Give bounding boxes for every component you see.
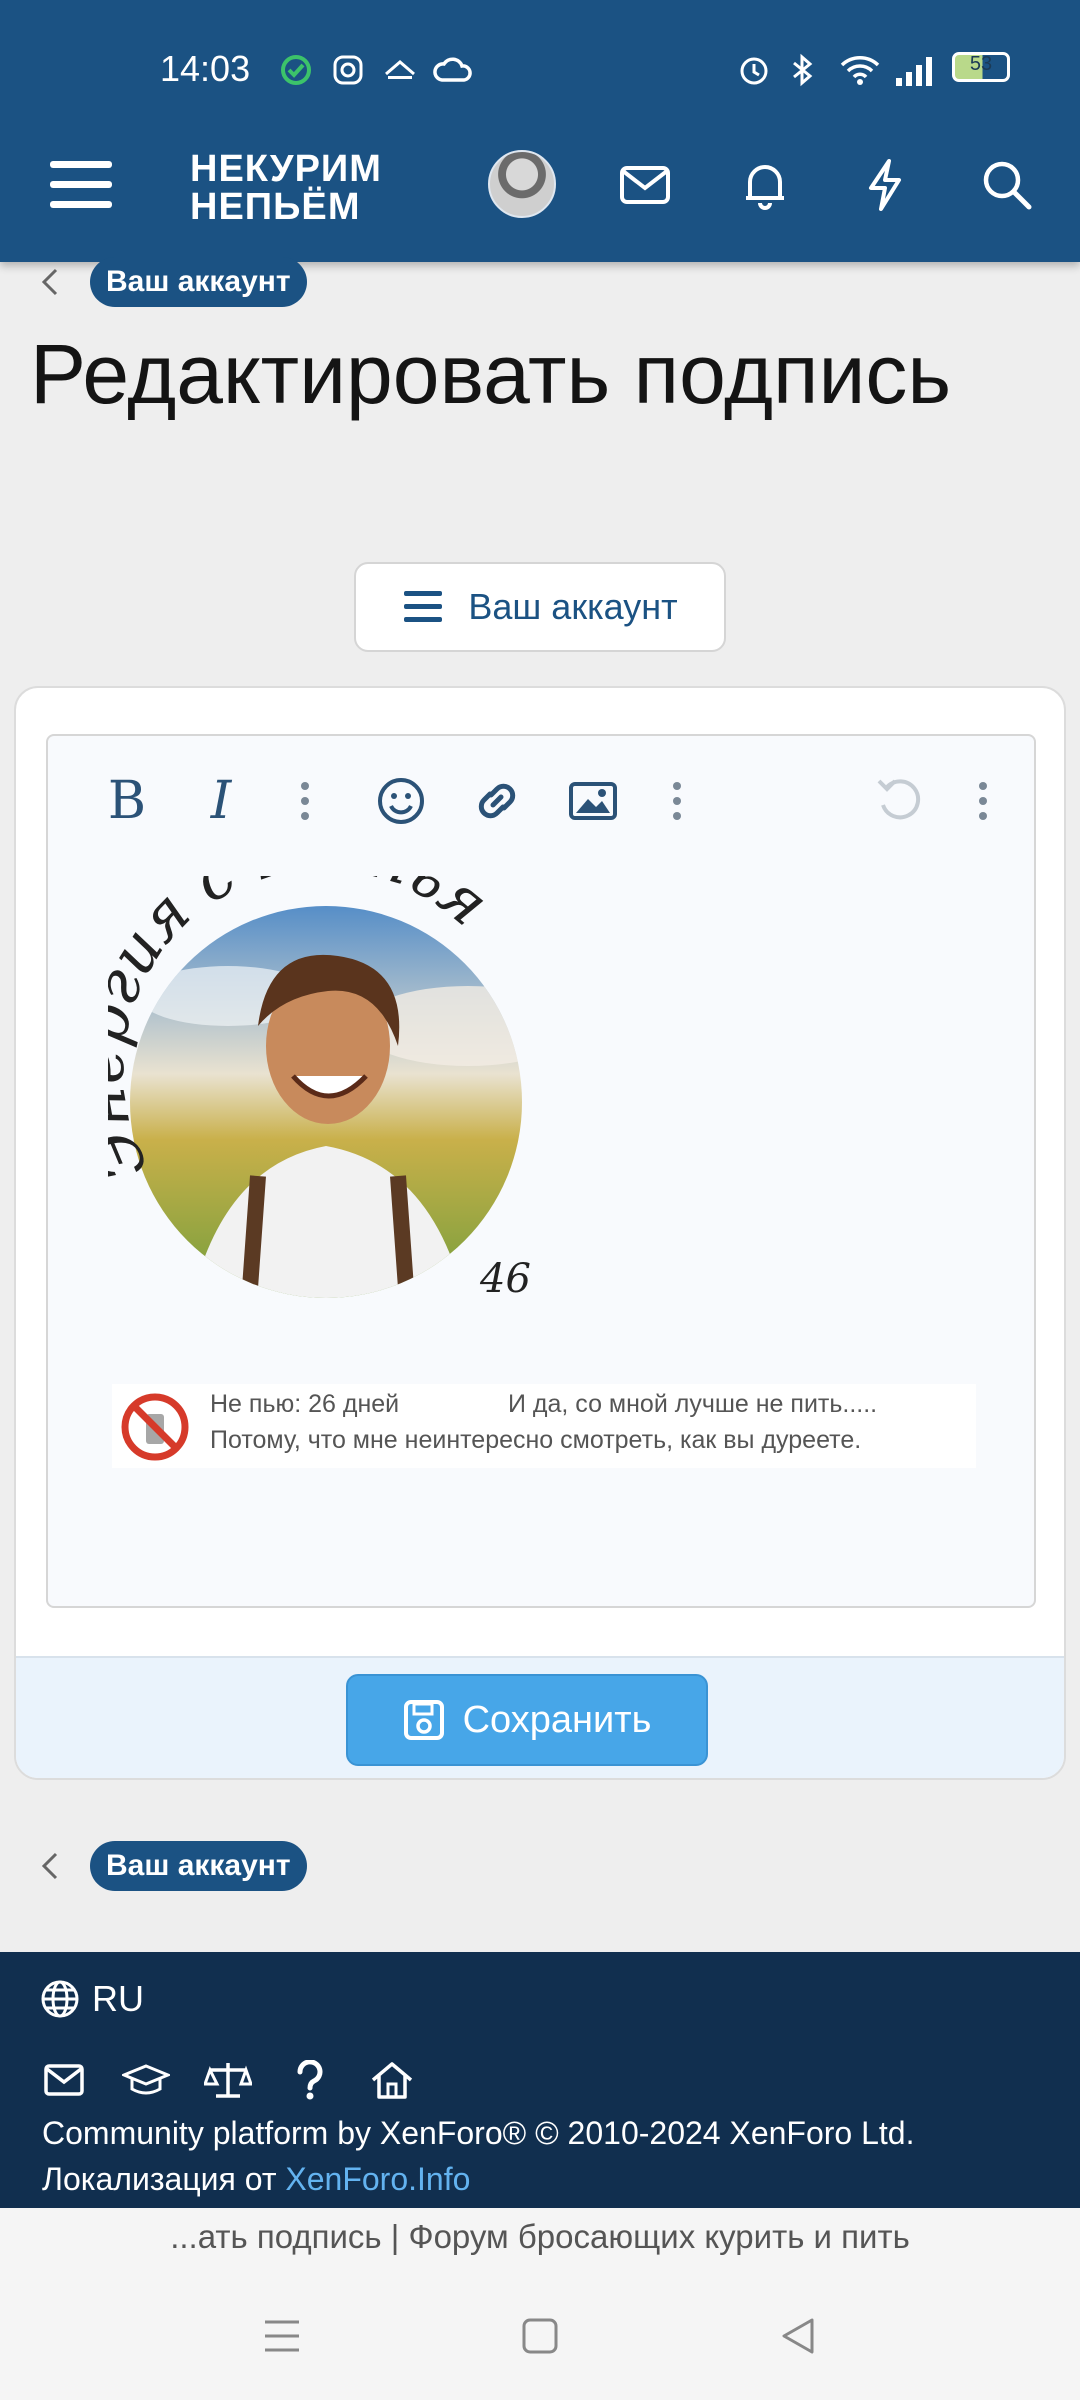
search-button[interactable] [962,140,1052,230]
footer-breadcrumb: Ваш аккаунт [30,1840,307,1892]
wifi-icon [840,56,880,85]
image-icon[interactable] [558,766,628,836]
language-label: RU [92,1978,144,2019]
smile-icon[interactable] [366,766,436,836]
signal-icon [896,57,932,86]
no-drinking-icon [121,1393,189,1461]
breadcrumb: Ваш аккаунт [30,256,307,308]
home-icon[interactable] [368,2056,416,2104]
user-avatar[interactable] [488,150,556,218]
alarm-icon [740,57,768,85]
help-question-icon[interactable] [286,2056,334,2104]
link-icon[interactable] [462,766,532,836]
save-icon [403,1700,444,1740]
save-label: Сохранить [462,1698,652,1741]
language-chooser[interactable]: RU [40,1978,144,2020]
footer-breadcrumb-account-link[interactable]: Ваш аккаунт [90,1841,307,1891]
menu-button[interactable] [36,140,126,230]
signature-form: B I я с я 46 Не пью: 26 дней И да, со мн… [14,686,1066,1780]
bold-icon[interactable]: B [92,766,162,836]
app-header: 14:03 53 НЕКУРИМ НЕПЬЁМ [0,0,1080,262]
bell-icon [746,165,784,210]
square-home-icon [522,2318,558,2354]
alerts-button[interactable] [720,140,810,230]
signature-motto-line2: Потому, что мне неинтересно смотреть, ка… [210,1426,862,1454]
sync-icon [281,55,311,85]
breadcrumb-account-link[interactable]: Ваш аккаунт [90,257,307,307]
logo-line2: НЕПЬЁМ [190,186,361,228]
back-nav-button[interactable] [768,2306,828,2366]
localization-link[interactable]: XenForo.Info [285,2161,470,2197]
logo-line1: НЕКУРИМ [190,148,382,190]
instagram-icon [333,55,363,85]
signature-days-counter: Не пью: 26 дней [210,1390,400,1418]
battery-level: 53 [969,53,993,75]
signature-banner: Не пью: 26 дней И да, со мной лучше не п… [112,1384,976,1468]
recent-apps-button[interactable] [252,2306,312,2366]
battery-icon: 53 [952,52,1010,82]
footer-links [40,2056,416,2104]
graduation-cap-icon[interactable] [122,2056,170,2104]
localization-prefix: Локализация от [42,2161,286,2197]
rich-text-editor[interactable]: B I я с я 46 Не пью: 26 дней И да, со мн… [46,734,1036,1608]
localization-line: Локализация от XenForo.Info [42,2156,914,2202]
back-triangle-icon [782,2318,814,2354]
site-logo[interactable]: НЕКУРИМ НЕПЬЁМ [190,150,382,226]
more-text-options-icon[interactable] [270,766,340,836]
signature-image[interactable]: Энергия счастья 46 [108,876,588,1316]
signature-motto-line1: И да, со мной лучше не пить..... [508,1390,878,1418]
comfort-app-icon [385,60,415,79]
inbox-button[interactable] [600,140,690,230]
italic-icon[interactable]: I [186,766,256,836]
save-button[interactable]: Сохранить [346,1674,708,1766]
lightning-icon [869,159,901,211]
form-footer: Сохранить [16,1656,1064,1778]
bluetooth-icon [793,53,813,87]
hamburger-icon [50,161,112,208]
page-title: Редактировать подпись [30,327,952,421]
contact-envelope-icon[interactable] [40,2056,88,2104]
browser-tab-title: ...ать подпись | Форум бросающих курить … [0,2208,1080,2268]
more-options-icon[interactable] [948,766,1018,836]
footer-copyright: Community platform by XenForo® © 2010-20… [42,2110,914,2202]
whats-new-button[interactable] [840,140,930,230]
recents-icon [265,2320,299,2352]
account-menu-label: Ваш аккаунт [468,586,678,627]
status-time: 14:03 [160,48,251,89]
envelope-icon [620,166,670,204]
chevron-left-icon[interactable] [30,1846,70,1886]
system-nav-bar [0,2268,1080,2400]
copyright-line: Community platform by XenForo® © 2010-20… [42,2115,915,2151]
editor-toolbar: B I [48,736,1034,866]
scales-icon[interactable] [204,2056,252,2104]
globe-icon [41,1980,79,2018]
home-nav-button[interactable] [510,2306,570,2366]
undo-icon[interactable] [864,766,934,836]
chevron-left-icon[interactable] [30,262,70,302]
search-icon [983,161,1032,210]
account-menu-button[interactable]: Ваш аккаунт [354,562,726,652]
status-bar: 14:03 53 [0,36,1080,100]
more-insert-options-icon[interactable] [642,766,712,836]
cloud-icon [433,57,472,82]
signature-image-number: 46 [479,1256,531,1302]
site-footer: RU Community platform by XenForo® © 2010… [0,1952,1080,2208]
menu-list-icon [404,591,443,622]
